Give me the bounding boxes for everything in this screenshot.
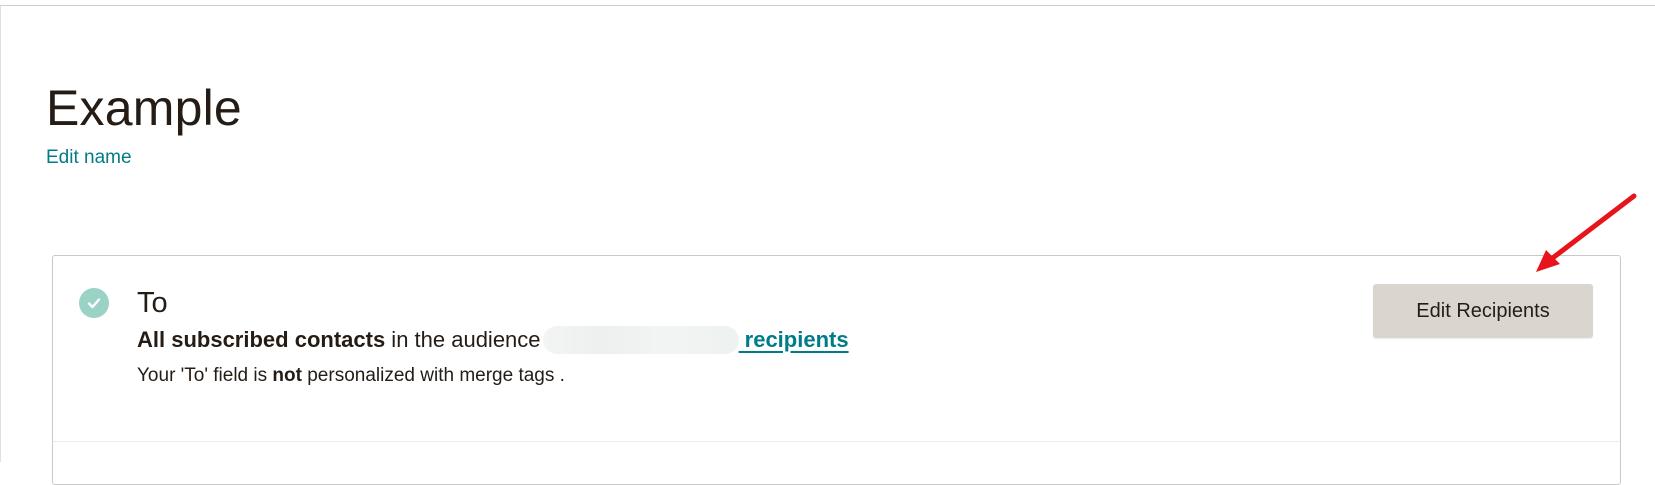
- merge-note-emphasis: not: [272, 365, 302, 386]
- page-title: Example: [46, 80, 242, 136]
- merge-note-suffix: personalized with merge tags .: [301, 365, 565, 386]
- edit-recipients-button[interactable]: Edit Recipients: [1373, 284, 1593, 338]
- to-section-panel: To All subscribed contacts in the audien…: [52, 255, 1621, 485]
- audience-summary: All subscribed contacts in the audience …: [137, 326, 849, 354]
- audience-segment-label: All subscribed contacts: [137, 327, 386, 352]
- check-circle-icon: [79, 288, 109, 318]
- to-section-title: To: [137, 287, 168, 319]
- redacted-audience-name: [542, 326, 739, 354]
- audience-middle-text: in the audience: [385, 327, 541, 352]
- top-border: [0, 0, 1655, 6]
- edit-name-link[interactable]: Edit name: [46, 147, 132, 169]
- recipients-link[interactable]: recipients: [739, 327, 849, 352]
- left-border: [0, 6, 1, 462]
- panel-divider: [53, 441, 1620, 442]
- merge-tags-note: Your 'To' field is not personalized with…: [137, 364, 565, 388]
- merge-note-prefix: Your 'To' field is: [137, 365, 273, 386]
